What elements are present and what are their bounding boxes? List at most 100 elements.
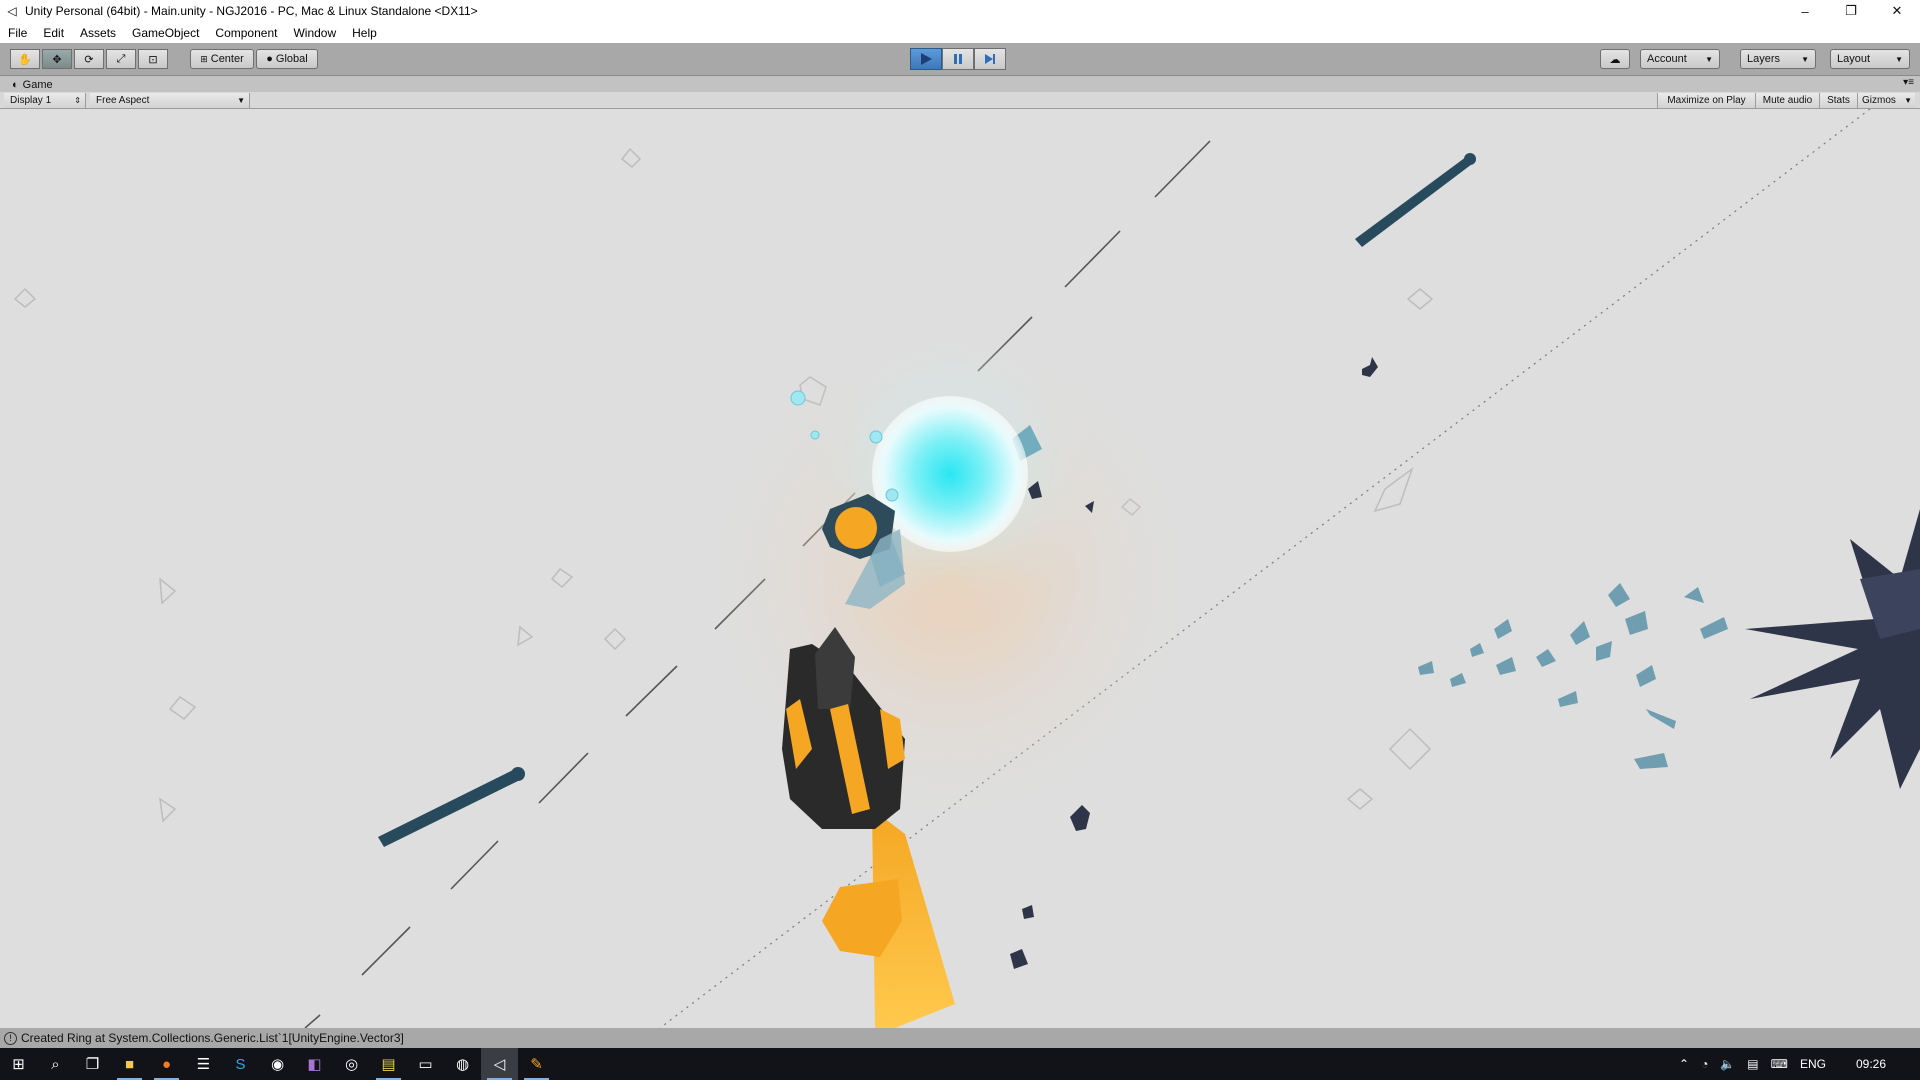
menu-assets[interactable]: Assets [72, 26, 124, 40]
visual-studio-icon: ◧ [307, 1056, 322, 1073]
pause-icon [954, 54, 962, 64]
updown-icon: ⇕ [74, 96, 81, 105]
pause-button[interactable] [942, 48, 974, 70]
move-icon: ✥ [52, 53, 62, 66]
chevron-down-icon: ▼ [1895, 54, 1903, 64]
spiky-boss-enemy [1745, 509, 1920, 789]
system-tray: ⌃ ◔ 🔈 ▤ ⌨ ENG 09:26 [1673, 1048, 1920, 1080]
menu-gameobject[interactable]: GameObject [124, 26, 207, 40]
cloud-icon: ☁ [1609, 53, 1621, 66]
taskbar-steam[interactable]: ◉ [259, 1048, 296, 1080]
language-indicator[interactable]: ENG [1800, 1057, 1826, 1071]
search-button[interactable]: ⌕ [37, 1048, 74, 1080]
panel-menu-icon[interactable]: ▾≡ [1903, 77, 1914, 88]
info-icon: ! [4, 1031, 17, 1045]
clock[interactable]: 09:26 [1856, 1057, 1886, 1071]
display-select[interactable]: Display 1 ⇕ [4, 93, 86, 108]
list-app-icon: ☰ [196, 1056, 211, 1073]
gizmos-dropdown[interactable]: Gizmos ▼ [1857, 93, 1915, 108]
layers-dropdown[interactable]: Layers ▼ [1740, 49, 1816, 69]
gizmos-label: Gizmos [1862, 95, 1896, 106]
keyboard-icon[interactable]: ⌨ [1771, 1057, 1788, 1071]
game-view-toolbar: Display 1 ⇕ Free Aspect ▼ Maximize on Play… [0, 92, 1920, 109]
windows-logo-icon: ⊞ [12, 1056, 25, 1073]
skype-icon: S [235, 1055, 246, 1073]
taskbar-file-explorer[interactable]: ■ [111, 1048, 148, 1080]
close-button[interactable]: ✕ [1874, 0, 1920, 22]
stats-toggle[interactable]: Stats [1819, 93, 1857, 108]
status-message: Created Ring at System.Collections.Gener… [21, 1031, 404, 1045]
pivot-center-button[interactable]: ⊞ Center [190, 49, 254, 69]
step-icon [985, 54, 995, 64]
rect-icon: ⊡ [148, 53, 158, 66]
tab-game[interactable]: ◐ Game [4, 77, 61, 93]
paint-icon: ✎ [530, 1056, 543, 1073]
console-status-bar[interactable]: ! Created Ring at System.Collections.Gen… [0, 1028, 1920, 1048]
scale-icon: ⤢ [116, 52, 126, 65]
move-tool-button[interactable]: ✥ [42, 49, 72, 69]
scale-tool-button[interactable]: ⤢ [106, 49, 136, 69]
menu-component[interactable]: Component [207, 26, 285, 40]
folder-icon: ■ [124, 1055, 135, 1073]
taskbar-paint[interactable]: ✎ [518, 1048, 555, 1080]
menu-window[interactable]: Window [285, 26, 344, 40]
cloud-services-button[interactable]: ☁ [1600, 49, 1630, 69]
hand-icon: ✋ [18, 53, 32, 66]
rect-tool-button[interactable]: ⊡ [138, 49, 168, 69]
taskbar-notes[interactable]: ▤ [370, 1048, 407, 1080]
minimize-button[interactable]: – [1782, 0, 1828, 22]
space-global-button[interactable]: ● Global [256, 49, 318, 69]
chevron-down-icon: ▼ [237, 96, 245, 105]
menu-help[interactable]: Help [344, 26, 385, 40]
chevron-down-icon: ▼ [1801, 54, 1809, 64]
chevron-down-icon: ▼ [1705, 54, 1713, 64]
pivot-icon: ⊞ [200, 53, 208, 64]
taskbar-unity[interactable]: ◁ [481, 1048, 518, 1080]
start-button[interactable]: ⊞ [0, 1048, 37, 1080]
game-viewport[interactable] [0, 109, 1920, 1028]
game-view-header: ◐ Game ▾≡ [0, 76, 1920, 93]
layers-label: Layers [1747, 53, 1781, 65]
aspect-select[interactable]: Free Aspect ▼ [90, 93, 250, 108]
chevron-up-icon[interactable]: ⌃ [1679, 1057, 1689, 1071]
menu-edit[interactable]: Edit [35, 26, 72, 40]
mute-audio-toggle[interactable]: Mute audio [1755, 93, 1819, 108]
taskbar-app-circle[interactable]: ◎ [333, 1048, 370, 1080]
disc-app-icon: ◍ [455, 1056, 470, 1073]
network-icon[interactable]: ◔ [1701, 1057, 1708, 1071]
restore-button[interactable]: ❐ [1828, 0, 1874, 22]
play-button[interactable] [910, 48, 942, 70]
comet-trail-left [378, 767, 525, 847]
main-toolbar: ✋ ✥ ⟳ ⤢ ⊡ ⊞ Center ● Global ☁ Account ▼ Lay… [0, 43, 1920, 76]
aspect-label: Free Aspect [96, 95, 150, 106]
layout-dropdown[interactable]: Layout ▼ [1830, 49, 1910, 69]
energy-orb [872, 396, 1028, 552]
hand-tool-button[interactable]: ✋ [10, 49, 40, 69]
rotate-icon: ⟳ [84, 53, 94, 66]
taskbar-skype[interactable]: S [222, 1048, 259, 1080]
step-button[interactable] [974, 48, 1006, 70]
task-view-icon: ❐ [85, 1056, 100, 1073]
taskbar-app-disc[interactable]: ◍ [444, 1048, 481, 1080]
chevron-down-icon: ▼ [1904, 96, 1912, 105]
game-pad-icon: ◐ [12, 79, 19, 91]
game-scene [13, 109, 1920, 1028]
taskbar-visual-studio[interactable]: ◧ [296, 1048, 333, 1080]
windows-taskbar: ⊞ ⌕ ❐ ■ ● ☰ S ◉ ◧ ◎ ▤ ▭ ◍ ◁ ✎ ⌃ ◔ 🔈 ▤ ⌨ … [0, 1048, 1920, 1080]
taskbar-firefox[interactable]: ● [148, 1048, 185, 1080]
menu-bar: File Edit Assets GameObject Component Wi… [0, 22, 1920, 43]
menu-file[interactable]: File [0, 26, 35, 40]
volume-icon[interactable]: 🔈 [1720, 1057, 1735, 1071]
window-title: Unity Personal (64bit) - Main.unity - NG… [25, 4, 478, 18]
steam-icon: ◉ [270, 1056, 285, 1073]
maximize-on-play-toggle[interactable]: Maximize on Play [1657, 93, 1755, 108]
space-label: Global [275, 53, 308, 65]
account-dropdown[interactable]: Account ▼ [1640, 49, 1720, 69]
taskbar-app-list[interactable]: ☰ [185, 1048, 222, 1080]
notes-icon: ▤ [381, 1056, 396, 1073]
task-view-button[interactable]: ❐ [74, 1048, 111, 1080]
taskbar-app-window[interactable]: ▭ [407, 1048, 444, 1080]
rotate-tool-button[interactable]: ⟳ [74, 49, 104, 69]
notification-icon[interactable]: ▤ [1747, 1057, 1758, 1071]
pivot-label: Center [210, 53, 244, 65]
